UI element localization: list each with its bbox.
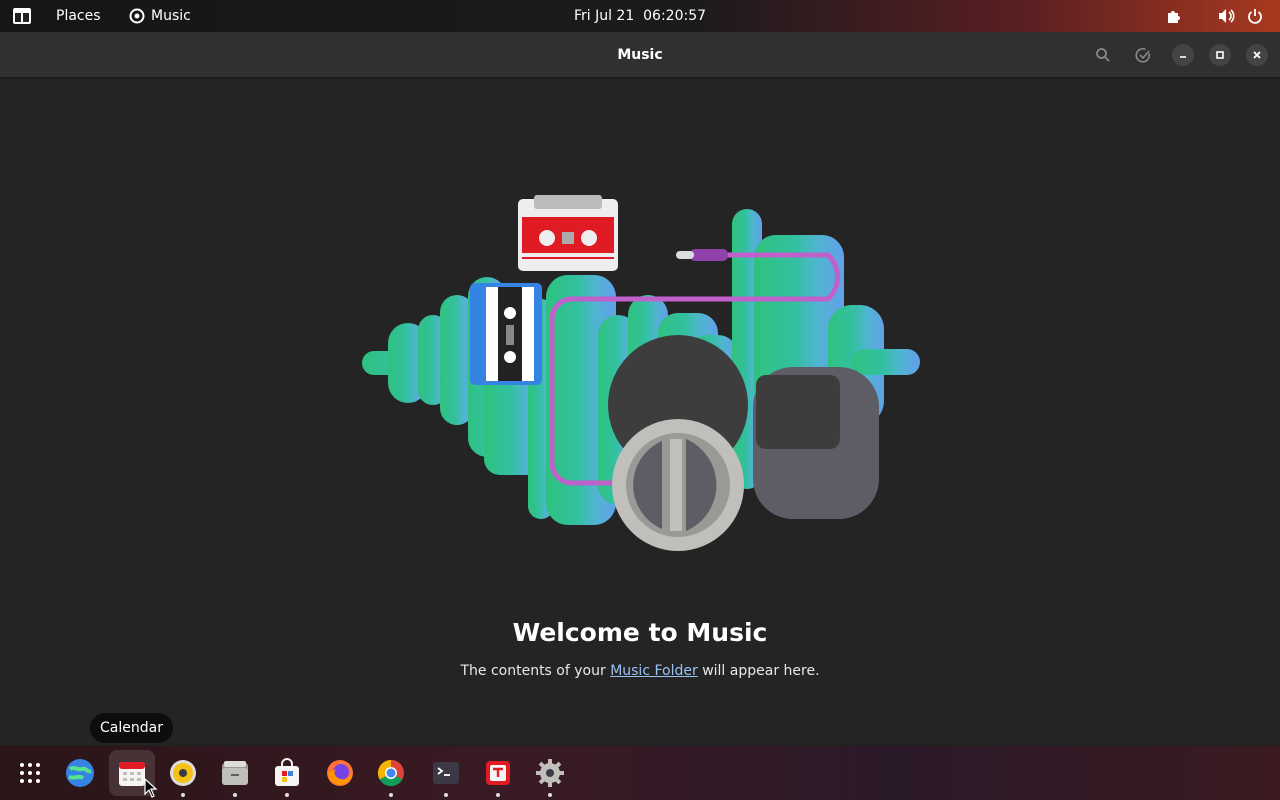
rhythmbox-icon <box>170 760 196 786</box>
dock-item-software[interactable] <box>264 750 310 797</box>
volume-indicator[interactable] <box>1217 0 1237 32</box>
dock <box>0 746 1280 800</box>
activities-icon <box>13 8 31 24</box>
dock-item-browser[interactable] <box>57 750 103 796</box>
search-icon <box>1096 48 1110 62</box>
places-menu[interactable]: Places <box>56 0 101 32</box>
calendar-icon <box>119 762 145 786</box>
dock-item-terminal[interactable] <box>423 750 469 797</box>
running-indicator <box>233 793 237 797</box>
clock-text[interactable]: Fri Jul 21 06:20:57 <box>574 8 706 24</box>
close-icon <box>1253 51 1261 59</box>
activities-button[interactable] <box>10 0 34 32</box>
welcome-title: Welcome to Music <box>512 618 768 647</box>
running-indicator <box>181 793 185 797</box>
extensions-indicator[interactable] <box>1163 0 1183 32</box>
top-bar: Places Music Fri Jul 21 06:20:57 <box>0 0 1280 32</box>
show-apps-button[interactable] <box>7 750 53 796</box>
dock-item-files[interactable] <box>212 750 258 797</box>
software-icon <box>275 758 299 786</box>
minimize-button[interactable] <box>1172 44 1194 66</box>
close-button[interactable] <box>1246 44 1268 66</box>
dock-item-firefox[interactable] <box>317 750 363 796</box>
maximize-button[interactable] <box>1209 44 1231 66</box>
app-grid-icon <box>20 763 40 783</box>
power-indicator[interactable] <box>1245 0 1265 32</box>
files-icon <box>222 761 248 785</box>
running-indicator <box>389 793 393 797</box>
places-label: Places <box>56 8 101 24</box>
clock: Fri Jul 21 06:20:57 <box>0 0 1280 32</box>
running-indicator <box>444 793 448 797</box>
browser-globe-icon <box>66 759 94 787</box>
check-circle-icon <box>1135 48 1151 63</box>
app-menu-label: Music <box>151 8 191 24</box>
tooltip-label: Calendar <box>100 720 163 736</box>
dock-item-chrome[interactable] <box>368 750 414 797</box>
text-editor-icon <box>486 761 510 785</box>
subtitle-after: will appear here. <box>697 663 820 679</box>
music-folder-link[interactable]: Music Folder <box>610 663 698 679</box>
settings-icon <box>536 759 564 787</box>
subtitle-before: The contents of your <box>460 663 611 679</box>
dock-item-rhythmbox[interactable] <box>160 750 206 797</box>
terminal-icon <box>433 762 459 784</box>
power-icon <box>1248 9 1262 24</box>
running-indicator <box>496 793 500 797</box>
selection-mode-button[interactable] <box>1132 44 1154 66</box>
music-illustration <box>362 195 920 551</box>
dock-item-settings[interactable] <box>527 750 573 797</box>
dock-item-text-editor[interactable] <box>475 750 521 797</box>
volume-icon <box>1219 9 1235 23</box>
firefox-icon <box>327 760 353 786</box>
chrome-icon <box>377 759 404 787</box>
running-indicator <box>285 793 289 797</box>
minimize-icon <box>1180 56 1186 58</box>
window-title: Music <box>617 47 663 63</box>
mouse-cursor-icon <box>144 778 158 798</box>
search-button[interactable] <box>1092 44 1114 66</box>
main-content: Welcome to Music The contents of your Mu… <box>0 79 1280 745</box>
empty-state-description: The contents of your Music Folder will a… <box>0 663 1280 679</box>
dock-tooltip: Calendar <box>90 713 173 743</box>
music-app-icon <box>129 8 145 24</box>
window-headerbar: Music <box>0 32 1280 78</box>
running-indicator <box>548 793 552 797</box>
puzzle-icon <box>1168 11 1180 23</box>
maximize-icon <box>1216 51 1224 59</box>
app-menu[interactable]: Music <box>129 0 191 32</box>
